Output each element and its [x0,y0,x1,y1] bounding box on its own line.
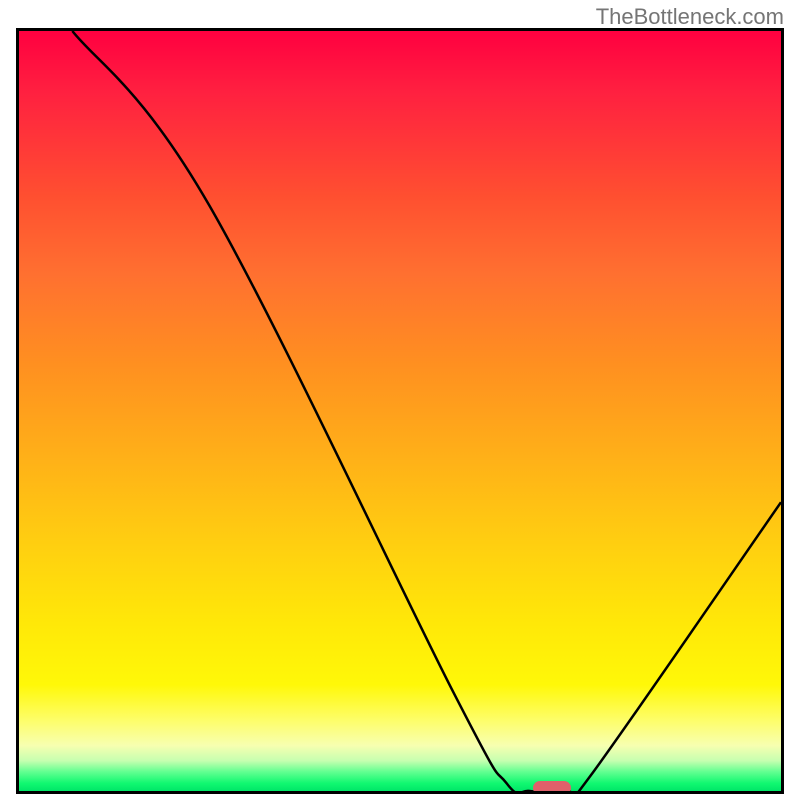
optimum-marker [533,781,571,794]
watermark-label: TheBottleneck.com [596,4,784,30]
chart-container: TheBottleneck.com [0,0,800,800]
plot-area [16,28,784,794]
curve-line [19,31,781,791]
